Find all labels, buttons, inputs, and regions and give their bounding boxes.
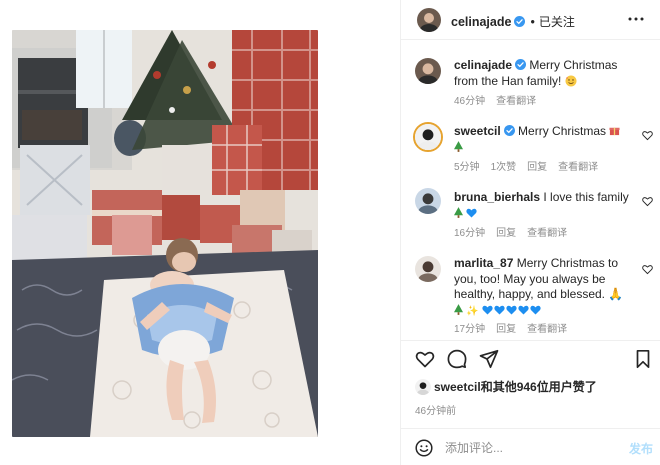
comment-like-count[interactable]: 1次赞 — [491, 162, 517, 173]
christmas-photo-illustration — [12, 30, 318, 437]
liker-avatar — [415, 379, 431, 395]
commenter-avatar[interactable] — [413, 122, 443, 152]
bookmark-icon[interactable] — [633, 349, 653, 369]
follow-state-button[interactable]: 已关注 — [539, 15, 575, 29]
comment-meta: 17分钟 回复 查看翻译 — [454, 320, 578, 335]
see-translation-link[interactable]: 查看翻译 — [496, 96, 536, 107]
caption-author-avatar[interactable] — [415, 58, 441, 84]
reply-button[interactable]: 回复 — [527, 162, 547, 173]
verified-badge-icon — [514, 16, 526, 27]
see-translation-link[interactable]: 查看翻译 — [527, 324, 567, 335]
caption-text-block: celinajade Merry Christmas from the Han … — [454, 58, 634, 89]
comment-text: I love this family — [543, 190, 629, 204]
blue-heart-emoji-icon — [530, 305, 541, 315]
blue-heart-emoji-icon — [506, 305, 517, 315]
separator-dot: • — [530, 15, 535, 29]
blue-heart-emoji-icon — [482, 305, 493, 315]
likes-summary[interactable]: sweetcil和其他946位用户赞了 — [415, 378, 597, 395]
blue-heart-emoji-icon — [518, 305, 529, 315]
blue-heart-emoji-icon — [494, 305, 505, 315]
photo-pane — [0, 0, 400, 465]
post-comment-button[interactable]: 发布 — [629, 440, 653, 457]
smiling-face-hearts-emoji-icon — [565, 75, 577, 86]
commenter-avatar[interactable] — [415, 256, 441, 282]
header-username-line: celinajade • 已关注 — [451, 13, 575, 30]
comment-username[interactable]: marlita_87 — [454, 256, 513, 270]
see-translation-link[interactable]: 查看翻译 — [527, 228, 567, 239]
caption-meta: 46分钟 查看翻译 — [454, 92, 547, 107]
comment-meta: 5分钟 1次赞 回复 查看翻译 — [454, 158, 609, 173]
reply-button[interactable]: 回复 — [496, 228, 516, 239]
blue-heart-emoji-icon — [466, 208, 477, 218]
comment-input[interactable] — [445, 438, 615, 458]
sparkles-emoji-icon: ✨ — [466, 305, 479, 317]
comment-time: 17分钟 — [454, 324, 486, 335]
christmas-tree-emoji-icon — [454, 206, 463, 218]
more-horizontal-icon[interactable] — [627, 10, 645, 28]
smiley-icon[interactable] — [415, 439, 433, 457]
gift-emoji-icon — [609, 127, 620, 136]
comment-username[interactable]: sweetcil — [454, 124, 501, 138]
caption-username[interactable]: celinajade — [454, 58, 512, 72]
comment-meta: 16分钟 回复 查看翻译 — [454, 224, 578, 239]
see-translation-link[interactable]: 查看翻译 — [558, 162, 598, 173]
post-header: celinajade • 已关注 — [401, 0, 660, 40]
reply-button[interactable]: 回复 — [496, 324, 516, 335]
post-photo[interactable] — [12, 30, 318, 437]
author-avatar[interactable] — [417, 8, 441, 32]
comment-like-heart-icon[interactable] — [642, 196, 653, 207]
comment-composer: 发布 — [401, 428, 660, 465]
comment-text-block: bruna_bierhals I love this family — [454, 190, 634, 221]
christmas-tree-emoji-icon — [454, 303, 463, 315]
post-side-panel: celinajade • 已关注 celinajade Merry Christma… — [400, 0, 660, 465]
comment-username[interactable]: bruna_bierhals — [454, 190, 540, 204]
heart-outline-icon[interactable] — [415, 349, 435, 369]
comment-text-block: sweetcil Merry Christmas — [454, 124, 634, 155]
comment-text: Merry Christmas — [518, 124, 607, 138]
post-timestamp: 46分钟前 — [415, 406, 457, 417]
comment-bubble-icon[interactable] — [447, 349, 467, 369]
comment-like-heart-icon[interactable] — [642, 264, 653, 275]
folded-hands-emoji-icon: 🙏 — [608, 287, 624, 301]
christmas-tree-emoji-icon — [454, 140, 463, 152]
commenter-avatar[interactable] — [415, 188, 441, 214]
verified-badge-icon — [503, 125, 515, 136]
verified-badge-icon — [515, 59, 527, 70]
likes-text: sweetcil和其他946位用户赞了 — [434, 380, 597, 394]
author-username[interactable]: celinajade — [451, 15, 511, 29]
comment-text-block: marlita_87 Merry Christmas to you, too! … — [454, 256, 634, 319]
paper-plane-icon[interactable] — [479, 349, 499, 369]
post-action-bar — [401, 340, 660, 374]
comment-like-heart-icon[interactable] — [642, 130, 653, 141]
comment-time: 5分钟 — [454, 162, 480, 173]
comment-time: 16分钟 — [454, 228, 486, 239]
instagram-post-window: celinajade • 已关注 celinajade Merry Christma… — [0, 0, 660, 465]
caption-time: 46分钟 — [454, 96, 486, 107]
